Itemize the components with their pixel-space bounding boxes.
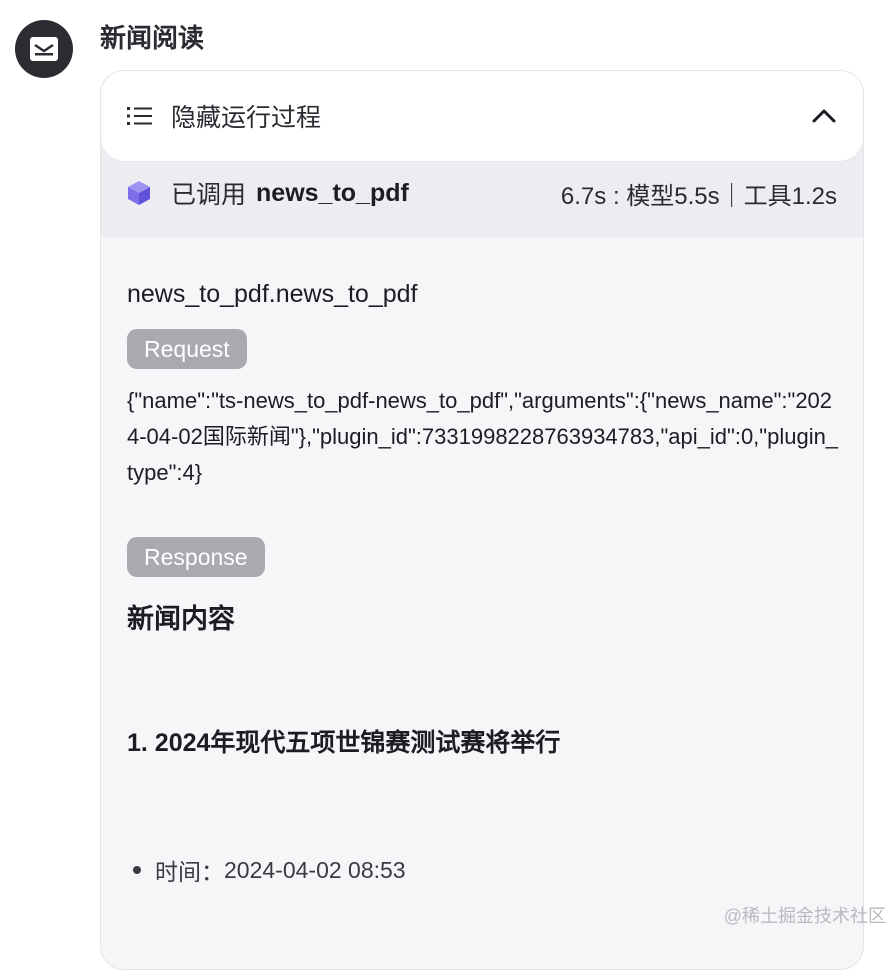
response-badge: Response (127, 537, 265, 577)
process-toggle[interactable]: 隐藏运行过程 (101, 71, 863, 161)
tool-name: news_to_pdf (256, 179, 409, 208)
bullet-icon (133, 866, 141, 874)
request-badge: Request (127, 329, 247, 369)
request-body: {"name":"ts-news_to_pdf-news_to_pdf","ar… (127, 383, 839, 491)
list-icon (127, 105, 153, 127)
chevron-up-icon[interactable] (811, 103, 837, 129)
news-item-heading: 1. 2024年现代五项世锦赛测试赛将举行 (127, 725, 839, 761)
watermark: @稀土掘金技术社区 (724, 902, 886, 928)
timing-info: 6.7s : 模型5.5s｜工具1.2s (561, 176, 837, 211)
cube-icon (127, 180, 153, 206)
list-item: 时间： 2024-04-02 08:53 (127, 853, 839, 887)
called-label: 已调用 (171, 175, 246, 211)
tool-call-detail: news_to_pdf.news_to_pdf Request {"name":… (127, 277, 839, 887)
newspaper-icon (29, 36, 59, 62)
function-name: news_to_pdf.news_to_pdf (127, 277, 839, 311)
response-title: 新闻内容 (127, 599, 839, 639)
time-label: 时间： (155, 853, 224, 887)
process-toggle-label: 隐藏运行过程 (171, 98, 811, 134)
bot-avatar (15, 20, 73, 78)
run-process-card: 隐藏运行过程 已调用 news_to_pdf 6.7s : 模型5.5s｜工具1… (100, 70, 864, 970)
time-value: 2024-04-02 08:53 (224, 857, 406, 884)
bot-name: 新闻阅读 (100, 20, 204, 56)
